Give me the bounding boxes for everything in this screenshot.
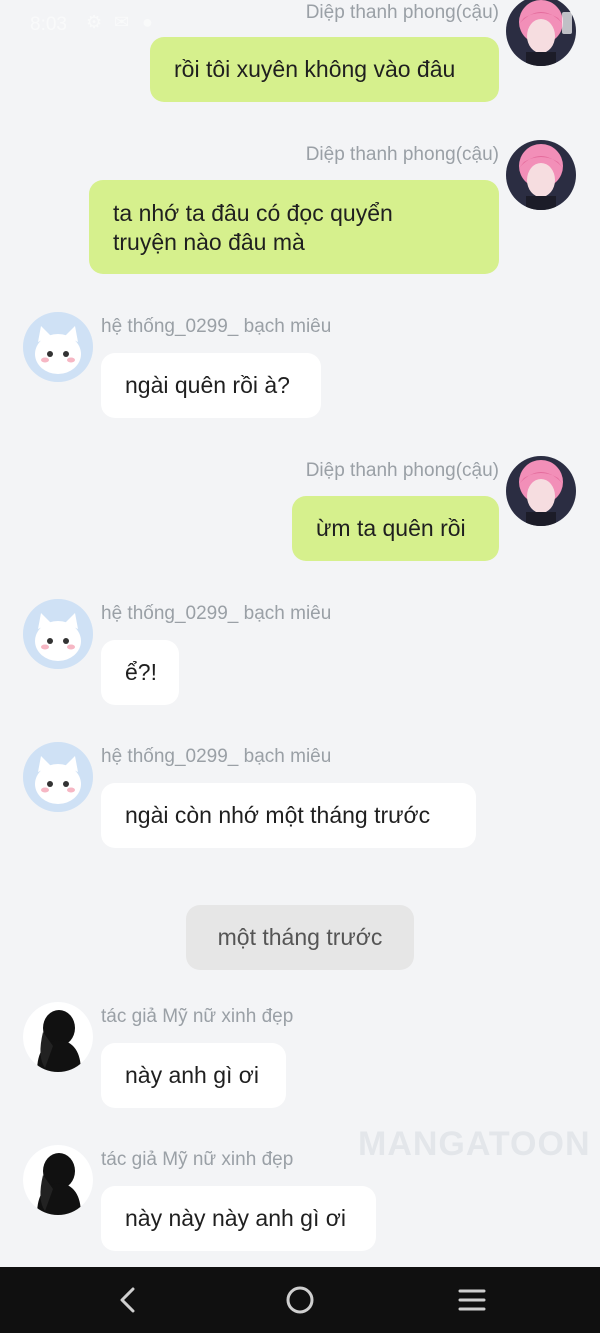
message-text: này anh gì ơi <box>125 1062 260 1088</box>
settings-icon: ⚙ <box>86 12 103 32</box>
message-text: ngài quên rồi à? <box>125 372 290 398</box>
message-text-line: ta nhớ ta đâu có đọc quyển <box>113 200 393 226</box>
message-text: ngài còn nhớ một tháng trước <box>125 802 431 828</box>
white-cat-avatar[interactable] <box>23 742 93 812</box>
message-icon: ✉ <box>114 12 130 32</box>
white-cat-avatar[interactable] <box>23 599 93 669</box>
sender-name: hệ thống_0299_ bạch miêu <box>101 316 332 337</box>
white-cat-avatar[interactable] <box>23 312 93 382</box>
message-text: rồi tôi xuyên không vào đâu <box>174 56 456 82</box>
sender-name: hệ thống_0299_ bạch miêu <box>101 603 332 624</box>
message-bubble[interactable]: này anh gì ơi <box>101 1043 286 1108</box>
home-circle-icon[interactable] <box>280 1280 320 1320</box>
battery-icon <box>562 12 572 34</box>
message-bubble[interactable]: ngài quên rồi à? <box>101 353 321 418</box>
sender-name: hệ thống_0299_ bạch miêu <box>101 746 332 767</box>
watermark: MANGATOON <box>358 1125 591 1163</box>
back-chevron-icon[interactable] <box>108 1280 148 1320</box>
message-bubble[interactable]: này này này anh gì ơi <box>101 1186 376 1251</box>
status-icons: ⚙ ✉ ● <box>86 12 162 32</box>
message-text-line: truyện nào đâu mà <box>113 229 305 255</box>
sender-name: tác giả Mỹ nữ xinh đẹp <box>101 1006 294 1027</box>
dark-silhouette-avatar[interactable] <box>23 1145 93 1215</box>
pink-hair-boy-avatar[interactable] <box>506 456 576 526</box>
system-nav-bar <box>0 1267 600 1333</box>
time-divider: một tháng trước <box>186 905 414 970</box>
status-time: 8:03 <box>30 14 67 35</box>
message-bubble[interactable]: ta nhớ ta đâu có đọc quyển truyện nào đâ… <box>89 180 499 274</box>
message-text: này này này anh gì ơi <box>125 1205 346 1231</box>
chat-view[interactable]: 8:03 ⚙ ✉ ● MANGATOON Diệp thanh phong(cậ… <box>0 0 600 1267</box>
sender-name: Diệp thanh phong(cậu) <box>305 144 499 165</box>
chat-icon: ● <box>142 12 153 32</box>
message-text: ừm ta quên rồi <box>316 515 466 541</box>
sender-name: tác giả Mỹ nữ xinh đẹp <box>101 1149 294 1170</box>
message-bubble[interactable]: ể?! <box>101 640 179 705</box>
message-text: ể?! <box>125 659 157 685</box>
sender-name: Diệp thanh phong(cậu) <box>305 460 499 481</box>
status-bar: 8:03 ⚙ ✉ ● <box>0 0 600 50</box>
menu-lines-icon[interactable] <box>452 1280 492 1320</box>
message-bubble[interactable]: ừm ta quên rồi <box>292 496 499 561</box>
message-bubble[interactable]: ngài còn nhớ một tháng trước <box>101 783 476 848</box>
pink-hair-boy-avatar[interactable] <box>506 140 576 210</box>
dark-silhouette-avatar[interactable] <box>23 1002 93 1072</box>
